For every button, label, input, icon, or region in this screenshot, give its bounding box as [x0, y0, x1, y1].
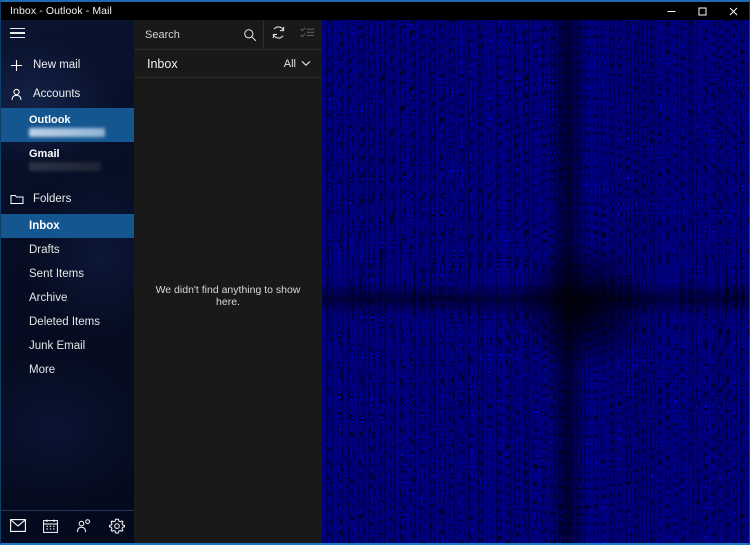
bottom-nav-bar [1, 511, 134, 545]
folder-label-archive: Archive [29, 292, 67, 304]
empty-state-message: We didn't find anything to show here. [134, 284, 322, 308]
list-title: Inbox [147, 57, 281, 71]
new-mail-label: New mail [28, 59, 80, 71]
bottom-nav-mail-button[interactable] [1, 511, 34, 545]
graphics-glitch-pattern [322, 20, 749, 545]
sidebar-item-junk-email[interactable]: Junk Email [1, 334, 134, 358]
list-header: Inbox All [134, 50, 322, 78]
search-input[interactable]: Search [134, 20, 264, 49]
title-bar: Inbox - Outlook - Mail [1, 2, 749, 20]
folder-label-deleted-items: Deleted Items [29, 316, 100, 328]
folder-icon [10, 193, 28, 205]
close-button[interactable] [718, 2, 749, 20]
folder-label-more: More [29, 364, 55, 376]
gear-icon [109, 518, 125, 539]
accounts-header-label: Accounts [28, 88, 80, 100]
account-address-redacted-outlook [29, 128, 105, 137]
bottom-nav-people-button[interactable] [67, 511, 100, 545]
plus-icon [10, 59, 28, 72]
search-placeholder: Search [145, 29, 237, 41]
minimize-button[interactable] [656, 2, 687, 20]
mail-app-window: Inbox - Outlook - Mail New mail Accounts… [0, 0, 750, 545]
folder-label-junk-email: Junk Email [29, 340, 85, 352]
selection-mode-icon [300, 26, 315, 44]
person-icon [10, 88, 28, 101]
account-item-outlook[interactable]: Outlook [1, 108, 134, 142]
filter-dropdown[interactable]: All [281, 56, 314, 72]
search-bar: Search [134, 20, 322, 50]
account-address-redacted-gmail [29, 162, 101, 171]
folder-label-drafts: Drafts [29, 244, 60, 256]
calendar-icon [43, 519, 58, 538]
account-item-gmail[interactable]: Gmail [1, 142, 134, 176]
bottom-nav-calendar-button[interactable] [34, 511, 67, 545]
sidebar-item-sent-items[interactable]: Sent Items [1, 262, 134, 286]
sync-refresh-icon [271, 25, 286, 45]
people-icon [76, 519, 92, 538]
maximize-button[interactable] [687, 2, 718, 20]
folder-label-sent-items: Sent Items [29, 268, 84, 280]
sidebar-item-deleted-items[interactable]: Deleted Items [1, 310, 134, 334]
account-name-gmail: Gmail [29, 148, 134, 160]
hamburger-menu-icon [10, 28, 25, 39]
account-name-outlook: Outlook [29, 114, 134, 126]
sidebar-item-archive[interactable]: Archive [1, 286, 134, 310]
folders-header[interactable]: Folders [1, 184, 134, 214]
window-title: Inbox - Outlook - Mail [1, 5, 112, 17]
sidebar-item-drafts[interactable]: Drafts [1, 238, 134, 262]
sidebar-item-more[interactable]: More [1, 358, 134, 382]
folder-label-inbox: Inbox [29, 220, 60, 232]
search-icon [237, 28, 263, 42]
chevron-down-icon [301, 58, 311, 70]
new-mail-button[interactable]: New mail [1, 50, 134, 80]
glitch-layer-6 [322, 20, 749, 545]
accounts-header[interactable]: Accounts [1, 80, 134, 108]
selection-mode-button[interactable] [293, 20, 322, 49]
mail-icon [10, 519, 26, 537]
folders-header-label: Folders [28, 193, 71, 205]
window-controls [656, 2, 749, 20]
navigation-sidebar: New mail Accounts Outlook Gmail Folders … [1, 20, 134, 545]
sidebar-item-inbox[interactable]: Inbox [1, 214, 134, 238]
message-list-pane: Search Inbox All We didn't find anything… [134, 20, 322, 545]
bottom-nav-settings-button[interactable] [100, 511, 133, 545]
sync-button[interactable] [264, 20, 293, 49]
hamburger-menu-button[interactable] [1, 20, 134, 46]
reading-pane[interactable] [322, 20, 749, 545]
filter-label: All [284, 58, 296, 70]
